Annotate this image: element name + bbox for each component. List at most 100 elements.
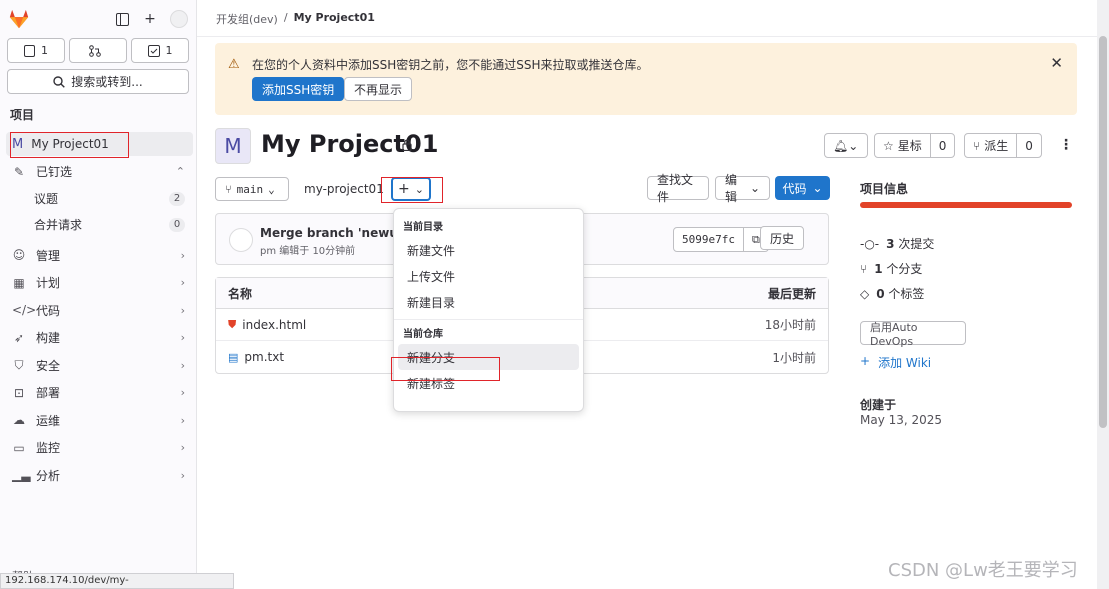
lock-icon	[402, 139, 412, 154]
chevron-up-icon: ⌃	[175, 165, 185, 179]
commit-author-avatar[interactable]	[229, 228, 253, 252]
commit-icon: -○-	[860, 236, 880, 251]
edit-button[interactable]: 编辑 ⌄	[715, 173, 770, 204]
sidebar-section-title: 项目	[10, 108, 35, 122]
close-icon[interactable]: ✕	[1050, 54, 1063, 72]
file-updated: 18小时前	[764, 318, 816, 332]
sidebar-item-pinned[interactable]: ✎ 已钉选 ⌃	[6, 158, 193, 186]
code-button[interactable]: 代码 ⌄	[775, 176, 830, 200]
breadcrumb: 开发组(dev) / My Project01	[216, 11, 375, 27]
plus-icon: +	[398, 181, 410, 197]
chevron-down-icon: ⌄	[268, 182, 275, 196]
page-scrollbar[interactable]	[1097, 0, 1109, 589]
sidebar-item-merge-requests[interactable]: 合并请求 0	[6, 212, 193, 238]
commit-sha-group: 5099e7fc ⧉	[673, 227, 769, 252]
alert-message: 在您的个人资料中添加SSH密钥之前，您不能通过SSH来拉取或推送仓库。	[252, 58, 649, 72]
created-title: 创建于	[860, 398, 897, 412]
todos-count-button[interactable]: 1	[131, 38, 189, 63]
sidebar-project-name: My Project01	[31, 137, 109, 151]
merge-requests-count-button[interactable]	[69, 38, 127, 63]
sidebar-item-build[interactable]: ➶ 构建 ›	[6, 324, 193, 352]
sidebar-project-item[interactable]: M My Project01	[6, 132, 193, 156]
sidebar-item-manage[interactable]: ☺ 管理 ›	[6, 242, 193, 270]
star-button[interactable]: ☆ 星标	[875, 134, 930, 157]
cloud-icon: ☁	[13, 413, 25, 428]
sidebar-menu: ✎ 已钉选 ⌃ 议题 2 合并请求 0 ☺ 管理 › ▦ 计划 › </> 代码 › ➶ 构建…	[6, 158, 193, 489]
search-button[interactable]: 搜索或转到...	[7, 69, 189, 94]
tags-label: 个标签	[888, 287, 925, 301]
more-actions-icon[interactable]: ⋮	[1059, 137, 1073, 153]
add-wiki-label: 添加 Wiki	[878, 356, 932, 370]
menu-item-new-directory[interactable]: 新建目录	[398, 289, 579, 315]
issues-count: 1	[41, 44, 48, 57]
commit-sha[interactable]: 5099e7fc	[674, 228, 743, 251]
sidebar-item-label: 分析	[36, 468, 61, 483]
fork-count[interactable]: 0	[1016, 134, 1041, 157]
bell-icon: 🔔︎⌄	[833, 138, 859, 153]
user-avatar[interactable]	[170, 10, 188, 28]
fork-button[interactable]: ⑂ 派生	[965, 134, 1016, 157]
sidebar-item-code[interactable]: </> 代码 ›	[6, 297, 193, 325]
code-icon: </>	[12, 303, 37, 318]
enable-auto-devops-button[interactable]: 启用Auto DevOps	[860, 321, 966, 348]
sidebar-item-analyze[interactable]: ▁▃ 分析 ›	[6, 462, 193, 490]
gitlab-logo-icon[interactable]	[8, 8, 30, 30]
edit-label: 编辑	[725, 173, 738, 204]
merge-request-icon	[89, 44, 101, 57]
sidebar-item-plan[interactable]: ▦ 计划 ›	[6, 269, 193, 297]
chevron-down-icon: ⌄	[749, 181, 760, 195]
menu-item-new-branch[interactable]: 新建分支	[398, 344, 579, 370]
file-name[interactable]: index.html	[242, 318, 306, 332]
project-avatar: M	[215, 128, 251, 164]
add-to-tree-dropdown: 当前目录 新建文件 上传文件 新建目录 当前仓库 新建分支 新建标签	[393, 208, 584, 412]
todos-count: 1	[165, 44, 173, 57]
notifications-button[interactable]: 🔔︎⌄	[824, 133, 868, 158]
sidebar-item-issues[interactable]: 议题 2	[6, 186, 193, 212]
dropdown-section-repository: 当前仓库	[403, 329, 443, 340]
merge-requests-badge: 0	[169, 217, 185, 232]
chevron-right-icon: ›	[180, 386, 185, 400]
sidebar-item-security[interactable]: ⛉ 安全 ›	[6, 352, 193, 380]
left-sidebar: + 1 1 搜索或转到... 项目 M My Project01 ✎ 已钉选 ⌃	[0, 0, 197, 589]
star-count[interactable]: 0	[929, 134, 955, 157]
branch-icon: ⑂	[860, 261, 868, 276]
breadcrumb-divider	[197, 36, 1097, 37]
add-wiki-link[interactable]: + 添加 Wiki	[860, 354, 931, 371]
sidebar-item-monitor[interactable]: ▭ 监控 ›	[6, 434, 193, 462]
breadcrumb-current[interactable]: My Project01	[294, 11, 375, 27]
sidebar-item-deploy[interactable]: ⊡ 部署 ›	[6, 379, 193, 407]
html5-icon: ⛊	[228, 317, 237, 331]
commits-label: 次提交	[898, 237, 935, 251]
warning-icon: ⚠	[228, 57, 240, 72]
breadcrumb-group[interactable]: 开发组(dev)	[216, 11, 278, 27]
tags-link[interactable]: ◇ 0 个标签	[860, 285, 924, 302]
issues-count-button[interactable]: 1	[7, 38, 65, 63]
fork-label: 派生	[984, 139, 1009, 153]
ssh-key-alert: ⚠ 在您的个人资料中添加SSH密钥之前，您不能通过SSH来拉取或推送仓库。 ✕ …	[215, 43, 1077, 115]
menu-item-upload-file[interactable]: 上传文件	[398, 263, 579, 289]
repo-path-name[interactable]: my-project01	[304, 182, 384, 196]
file-name[interactable]: pm.txt	[244, 350, 284, 364]
sidebar-item-operate[interactable]: ☁ 运维 ›	[6, 407, 193, 435]
tag-icon: ◇	[860, 286, 870, 301]
branches-link[interactable]: ⑂ 1 个分支	[860, 260, 922, 277]
add-ssh-key-button[interactable]: 添加SSH密钥	[252, 77, 345, 101]
fork-icon: ⑂	[973, 138, 981, 153]
rocket-icon: ➶	[13, 330, 25, 345]
menu-item-new-file[interactable]: 新建文件	[398, 237, 579, 263]
menu-item-new-tag[interactable]: 新建标签	[398, 370, 579, 396]
sidebar-item-label: 安全	[36, 358, 61, 373]
find-file-button[interactable]: 查找文件	[647, 173, 709, 204]
col-name: 名称	[228, 286, 253, 301]
sidebar-item-label: 计划	[36, 276, 61, 291]
add-to-tree-button[interactable]: + ⌄	[391, 177, 431, 201]
toggle-sidebar-icon[interactable]	[114, 11, 130, 27]
commit-meta: pm 编辑于 10分钟前	[260, 246, 356, 257]
scrollbar-thumb[interactable]	[1099, 36, 1107, 428]
issues-badge: 2	[169, 191, 185, 206]
branch-selector[interactable]: ⑂ main ⌄	[215, 177, 289, 201]
commits-link[interactable]: -○- 3 次提交	[860, 235, 934, 252]
dismiss-button[interactable]: 不再显示	[344, 77, 413, 101]
create-new-icon[interactable]: +	[142, 11, 158, 27]
history-button[interactable]: 历史	[760, 226, 805, 250]
